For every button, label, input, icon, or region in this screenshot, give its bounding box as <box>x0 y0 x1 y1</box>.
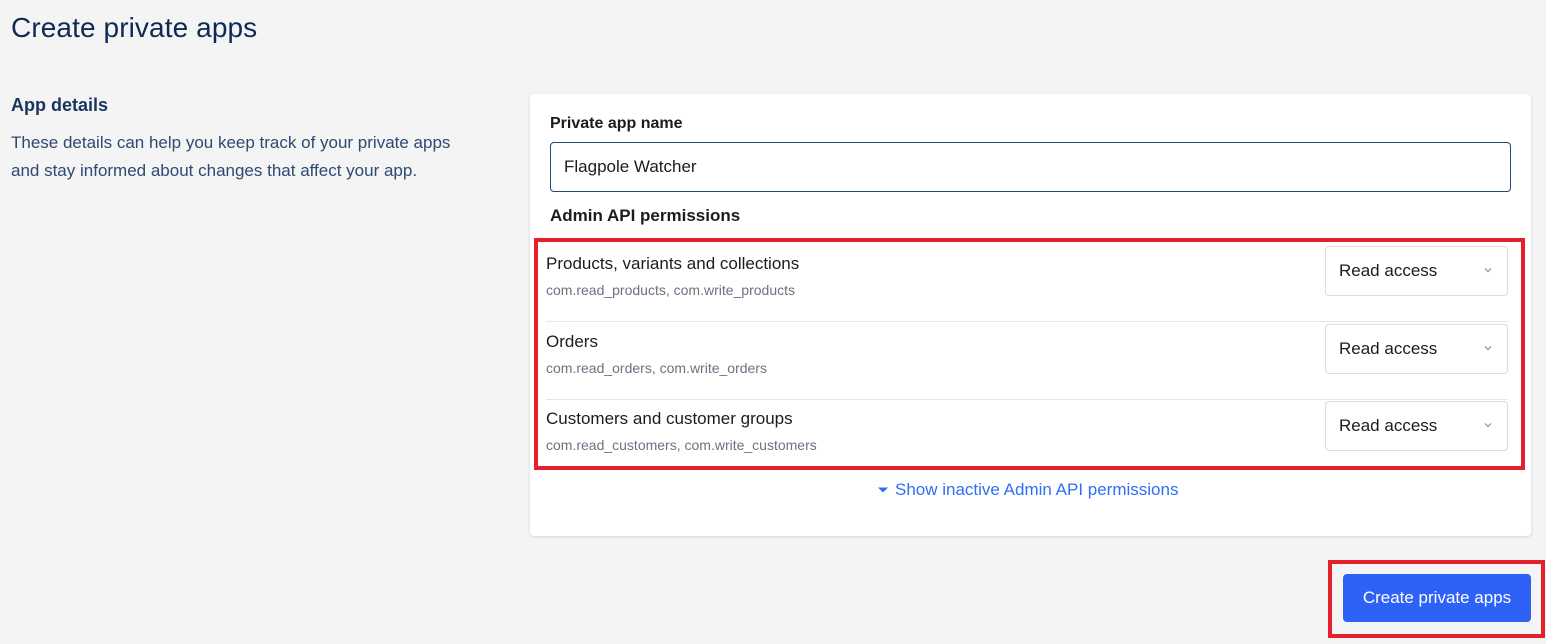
app-form-card: Private app name Admin API permissions P… <box>530 94 1531 536</box>
chevron-down-icon <box>1484 346 1492 351</box>
access-select-value: Read access <box>1339 261 1438 280</box>
show-inactive-permissions-link[interactable]: Show inactive Admin API permissions <box>877 480 1178 500</box>
chevron-down-icon <box>1484 268 1492 273</box>
page-title: Create private apps <box>11 12 258 43</box>
app-details-description: These details can help you keep track of… <box>11 133 451 180</box>
permission-name: Products, variants and collections <box>546 254 800 273</box>
admin-api-permissions-heading: Admin API permissions <box>550 206 741 225</box>
permission-row-orders: Orders com.read_orders, com.write_orders… <box>546 322 1508 400</box>
caret-down-icon <box>878 487 888 493</box>
permission-row-products: Products, variants and collections com.r… <box>546 244 1508 322</box>
access-select-value: Read access <box>1339 339 1438 358</box>
access-select-value: Read access <box>1339 416 1438 435</box>
permission-name: Customers and customer groups <box>546 409 793 428</box>
app-details-heading: App details <box>11 95 109 115</box>
permission-row-customers: Customers and customer groups com.read_c… <box>546 399 1508 477</box>
chevron-down-icon <box>1484 423 1492 428</box>
private-app-name-input[interactable] <box>550 142 1511 192</box>
permission-scopes: com.read_orders, com.write_orders <box>546 360 767 376</box>
permission-name: Orders <box>546 332 598 351</box>
permission-access-select-orders[interactable]: Read access <box>1325 324 1508 374</box>
create-private-apps-button[interactable]: Create private apps <box>1343 574 1531 622</box>
permission-scopes: com.read_products, com.write_products <box>546 282 795 298</box>
permission-scopes: com.read_customers, com.write_customers <box>546 437 817 453</box>
show-inactive-label: Show inactive Admin API permissions <box>895 480 1179 499</box>
permission-access-select-customers[interactable]: Read access <box>1325 401 1508 451</box>
permission-access-select-products[interactable]: Read access <box>1325 246 1508 296</box>
private-app-name-label: Private app name <box>550 115 683 132</box>
